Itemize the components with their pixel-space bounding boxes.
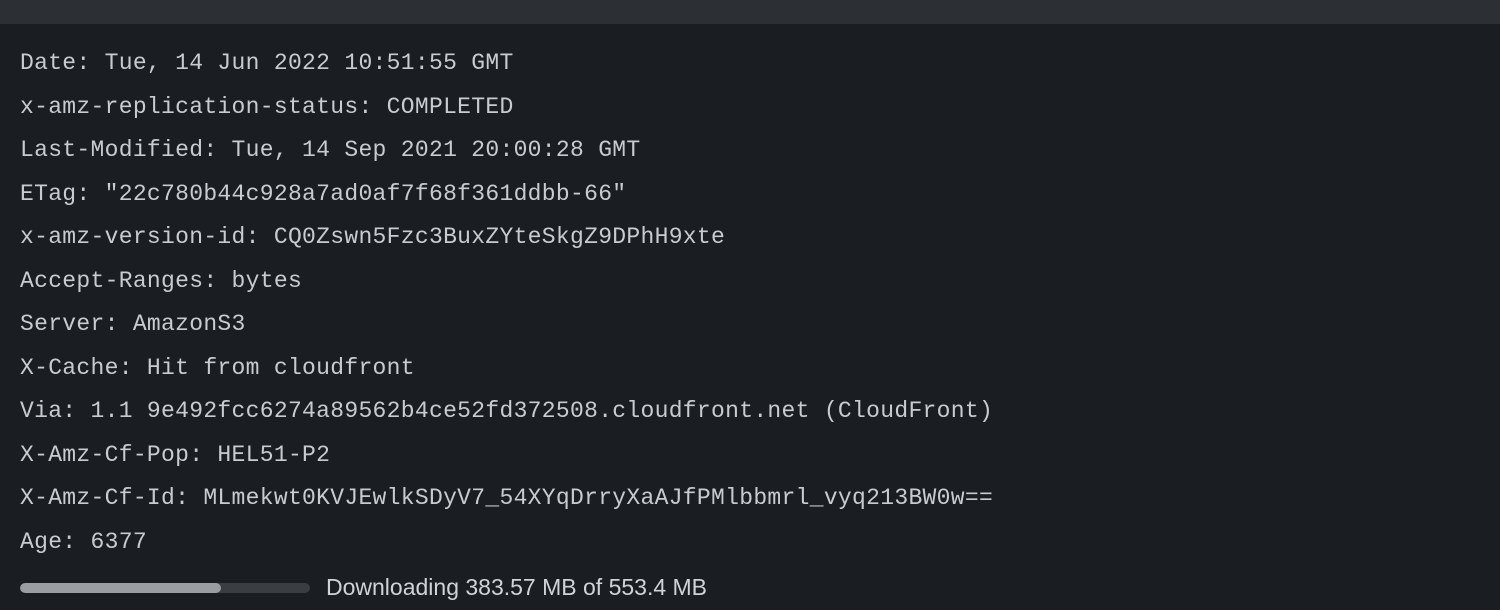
progress-bar-fill: [20, 583, 221, 593]
download-progress-row: Downloading 383.57 MB of 553.4 MB: [20, 566, 1480, 610]
header-line: Last-Modified: Tue, 14 Sep 2021 20:00:28…: [20, 129, 1480, 173]
header-line: x-amz-version-id: CQ0Zswn5Fzc3BuxZYteSkg…: [20, 216, 1480, 260]
header-line: Server: AmazonS3: [20, 303, 1480, 347]
header-line: x-amz-replication-status: COMPLETED: [20, 86, 1480, 130]
http-headers-list: Date: Tue, 14 Jun 2022 10:51:55 GMTx-amz…: [20, 42, 1480, 564]
progress-bar: [20, 583, 310, 593]
header-line: X-Amz-Cf-Pop: HEL51-P2: [20, 434, 1480, 478]
header-line: Via: 1.1 9e492fcc6274a89562b4ce52fd37250…: [20, 390, 1480, 434]
progress-text: Downloading 383.57 MB of 553.4 MB: [326, 566, 707, 610]
header-line: Accept-Ranges: bytes: [20, 260, 1480, 304]
title-bar: [0, 0, 1500, 24]
header-line: Date: Tue, 14 Jun 2022 10:51:55 GMT: [20, 42, 1480, 86]
terminal-output: Date: Tue, 14 Jun 2022 10:51:55 GMTx-amz…: [0, 24, 1500, 610]
header-line: X-Amz-Cf-Id: MLmekwt0KVJEwlkSDyV7_54XYqD…: [20, 477, 1480, 521]
header-line: Age: 6377: [20, 521, 1480, 565]
header-line: ETag: "22c780b44c928a7ad0af7f68f361ddbb-…: [20, 173, 1480, 217]
header-line: X-Cache: Hit from cloudfront: [20, 347, 1480, 391]
